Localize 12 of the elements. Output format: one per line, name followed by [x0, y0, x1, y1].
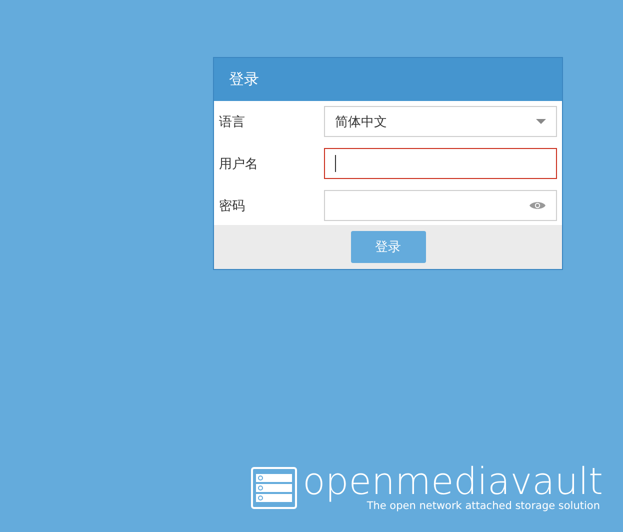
brand-name: openmediavault — [302, 464, 603, 500]
password-field[interactable] — [324, 190, 557, 221]
dialog-title: 登录 — [229, 70, 259, 89]
eye-icon[interactable] — [529, 200, 546, 211]
server-icon — [250, 467, 297, 509]
brand-tagline: The open network attached storage solution — [366, 500, 600, 512]
dropdown-arrow-icon[interactable] — [536, 119, 546, 124]
field-label: 密码 — [219, 198, 246, 214]
username-field[interactable] — [324, 148, 557, 179]
field-label: 用户名 — [219, 156, 259, 172]
field-label: 语言 — [219, 114, 246, 130]
language-select[interactable]: 简体中文 — [324, 106, 557, 137]
